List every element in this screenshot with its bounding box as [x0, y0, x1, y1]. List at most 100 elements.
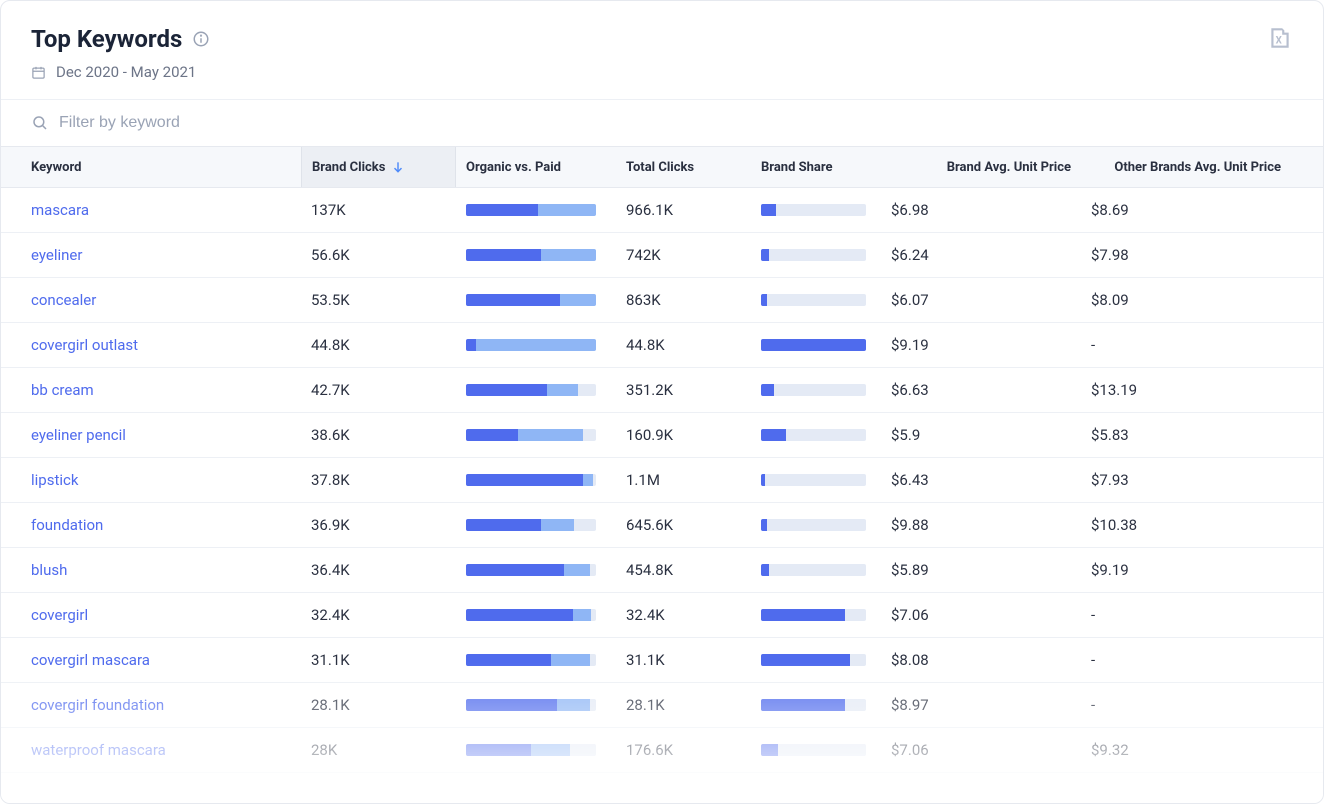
total-clicks-value: 160.9K: [616, 426, 751, 444]
brand-avg-price-value: $7.06: [881, 741, 1081, 759]
table-row: covergirl foundation28.1K28.1K$8.97-: [1, 683, 1323, 728]
brand-clicks-value: 36.9K: [301, 516, 456, 534]
brand-clicks-value: 31.1K: [301, 651, 456, 669]
keyword-link[interactable]: blush: [31, 561, 67, 579]
keyword-link[interactable]: lipstick: [31, 471, 78, 489]
table-row: waterproof mascara 28K 176.6K $7.06$9.32: [1, 728, 1323, 773]
organic-vs-paid-bar: [456, 474, 616, 486]
table-row: covergirl outlast44.8K44.8K$9.19-: [1, 323, 1323, 368]
organic-vs-paid-bar: [456, 339, 616, 351]
col-organic-vs-paid[interactable]: Organic vs. Paid: [456, 147, 616, 187]
keyword-link[interactable]: eyeliner: [31, 246, 82, 264]
total-clicks-value: 44.8K: [616, 336, 751, 354]
table-body: mascara137K966.1K$6.98$8.69eyeliner56.6K…: [1, 188, 1323, 773]
other-avg-price-value: -: [1081, 336, 1291, 354]
total-clicks-value: 645.6K: [616, 516, 751, 534]
keyword-link[interactable]: bb cream: [31, 381, 94, 399]
table-row: covergirl32.4K32.4K$7.06-: [1, 593, 1323, 638]
brand-clicks-value: 42.7K: [301, 381, 456, 399]
col-keyword[interactable]: Keyword: [1, 147, 301, 187]
other-avg-price-value: $9.32: [1081, 741, 1291, 759]
col-total-clicks[interactable]: Total Clicks: [616, 147, 751, 187]
other-avg-price-value: -: [1081, 651, 1291, 669]
svg-text:X: X: [1276, 35, 1283, 46]
organic-vs-paid-bar: [456, 744, 616, 756]
brand-avg-price-value: $5.9: [881, 426, 1081, 444]
sort-desc-icon: [391, 160, 405, 174]
other-avg-price-value: $7.93: [1081, 471, 1291, 489]
brand-share-bar: [751, 744, 881, 756]
table-row: lipstick37.8K1.1M$6.43$7.93: [1, 458, 1323, 503]
table-row: covergirl mascara31.1K31.1K$8.08-: [1, 638, 1323, 683]
col-other-avg-price[interactable]: Other Brands Avg. Unit Price: [1081, 147, 1291, 187]
table-row: mascara137K966.1K$6.98$8.69: [1, 188, 1323, 233]
other-avg-price-value: $8.69: [1081, 201, 1291, 219]
organic-vs-paid-bar: [456, 519, 616, 531]
keyword-link[interactable]: covergirl foundation: [31, 696, 164, 714]
brand-clicks-value: 44.8K: [301, 336, 456, 354]
brand-share-bar: [751, 384, 881, 396]
filter-bar: [1, 99, 1323, 146]
brand-avg-price-value: $6.63: [881, 381, 1081, 399]
keyword-link[interactable]: eyeliner pencil: [31, 426, 126, 444]
organic-vs-paid-bar: [456, 654, 616, 666]
brand-share-bar: [751, 474, 881, 486]
total-clicks-value: 966.1K: [616, 201, 751, 219]
table-header: Keyword Brand Clicks Organic vs. Paid To…: [1, 146, 1323, 188]
brand-avg-price-value: $6.24: [881, 246, 1081, 264]
brand-clicks-value: 28K: [301, 741, 456, 759]
organic-vs-paid-bar: [456, 564, 616, 576]
date-range: Dec 2020 - May 2021: [56, 63, 196, 81]
table-row: foundation36.9K645.6K$9.88$10.38: [1, 503, 1323, 548]
other-avg-price-value: $13.19: [1081, 381, 1291, 399]
other-avg-price-value: $7.98: [1081, 246, 1291, 264]
brand-avg-price-value: $9.88: [881, 516, 1081, 534]
other-avg-price-value: -: [1081, 696, 1291, 714]
keyword-link[interactable]: waterproof mascara: [31, 741, 166, 759]
brand-clicks-value: 38.6K: [301, 426, 456, 444]
col-brand-clicks-label: Brand Clicks: [312, 160, 385, 175]
keyword-link[interactable]: covergirl mascara: [31, 651, 150, 669]
total-clicks-value: 1.1M: [616, 471, 751, 489]
brand-share-bar: [751, 429, 881, 441]
brand-clicks-value: 28.1K: [301, 696, 456, 714]
other-avg-price-value: $9.19: [1081, 561, 1291, 579]
organic-vs-paid-bar: [456, 204, 616, 216]
total-clicks-value: 863K: [616, 291, 751, 309]
top-keywords-card: Top Keywords Dec 2020 - May 2021 X Keyw: [0, 0, 1324, 804]
other-avg-price-value: $5.83: [1081, 426, 1291, 444]
organic-vs-paid-bar: [456, 249, 616, 261]
table-row: eyeliner56.6K742K$6.24$7.98: [1, 233, 1323, 278]
brand-share-bar: [751, 564, 881, 576]
brand-clicks-value: 53.5K: [301, 291, 456, 309]
keyword-link[interactable]: mascara: [31, 201, 89, 219]
brand-share-bar: [751, 294, 881, 306]
keyword-link[interactable]: foundation: [31, 516, 103, 534]
other-avg-price-value: -: [1081, 606, 1291, 624]
total-clicks-value: 176.6K: [616, 741, 751, 759]
table-row: blush36.4K454.8K$5.89$9.19: [1, 548, 1323, 593]
brand-clicks-value: 32.4K: [301, 606, 456, 624]
brand-share-bar: [751, 699, 881, 711]
total-clicks-value: 351.2K: [616, 381, 751, 399]
info-icon[interactable]: [192, 30, 210, 48]
brand-share-bar: [751, 339, 881, 351]
brand-share-bar: [751, 249, 881, 261]
col-brand-share[interactable]: Brand Share: [751, 147, 881, 187]
brand-share-bar: [751, 609, 881, 621]
table-row: bb cream 42.7K 351.2K $6.63$13.19: [1, 368, 1323, 413]
col-brand-avg-price[interactable]: Brand Avg. Unit Price: [881, 147, 1081, 187]
card-header: Top Keywords Dec 2020 - May 2021 X: [1, 1, 1323, 99]
organic-vs-paid-bar: [456, 699, 616, 711]
brand-clicks-value: 137K: [301, 201, 456, 219]
keyword-link[interactable]: concealer: [31, 291, 96, 309]
col-brand-clicks[interactable]: Brand Clicks: [301, 147, 456, 187]
filter-keyword-input[interactable]: [59, 114, 459, 132]
export-excel-icon[interactable]: X: [1267, 25, 1293, 51]
total-clicks-value: 742K: [616, 246, 751, 264]
other-avg-price-value: $8.09: [1081, 291, 1291, 309]
keyword-link[interactable]: covergirl: [31, 606, 88, 624]
brand-avg-price-value: $8.97: [881, 696, 1081, 714]
organic-vs-paid-bar: [456, 609, 616, 621]
keyword-link[interactable]: covergirl outlast: [31, 336, 138, 354]
